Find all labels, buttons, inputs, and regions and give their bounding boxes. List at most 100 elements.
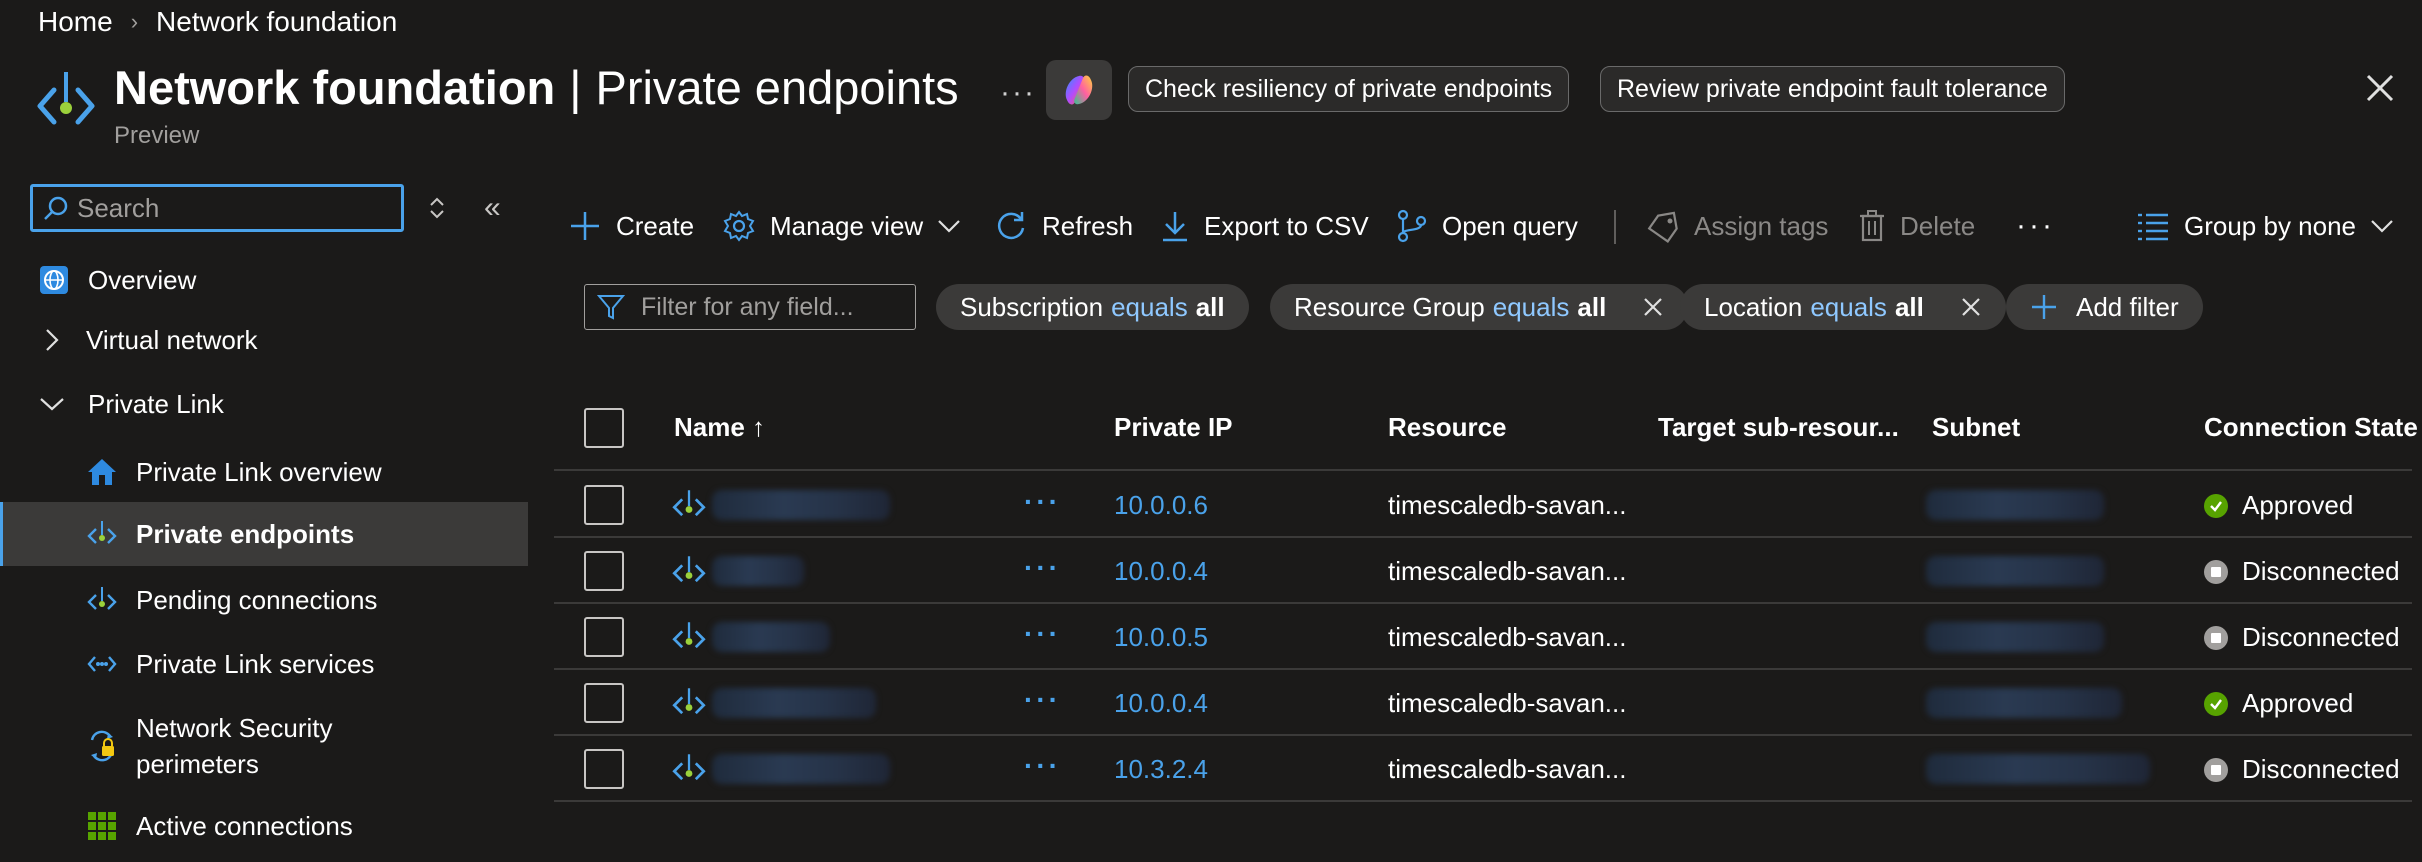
tag-icon (1647, 211, 1678, 243)
header-more-button[interactable]: ··· (1000, 76, 1036, 110)
redacted-subnet (1926, 688, 2122, 718)
filter-chip-subscription[interactable]: Subscription equals all (936, 284, 1249, 330)
copilot-icon (1065, 75, 1093, 105)
title-separator: | (569, 61, 582, 114)
chevron-down-icon (2371, 220, 2393, 233)
filter-chip-value: all (1894, 291, 1924, 322)
connection-state-label: Approved (2242, 688, 2354, 718)
connection-state-label: Disconnected (2242, 556, 2400, 586)
toolbar-more-button[interactable]: ··· (2016, 202, 2055, 250)
sidebar-item-overview[interactable]: Overview (0, 258, 528, 302)
copilot-button[interactable] (1046, 60, 1112, 120)
private-ip-link[interactable]: 10.0.0.4 (1114, 556, 1208, 587)
filter-icon (597, 295, 625, 320)
connection-state: Disconnected (2204, 754, 2400, 785)
disconnected-status-icon (2204, 757, 2228, 782)
collapse-sidebar-icon[interactable]: « (484, 193, 512, 223)
sidebar-item-private-link-overview[interactable]: Private Link overview (0, 450, 528, 494)
export-csv-button[interactable]: Export to CSV (1160, 202, 1369, 250)
sidebar-search-input[interactable] (77, 192, 377, 224)
assign-tags-button[interactable]: Assign tags (1646, 202, 1828, 250)
column-header-connection-state[interactable]: Connection State (2204, 412, 2418, 443)
row-divider (554, 536, 2412, 538)
manage-view-button[interactable]: Manage view (722, 202, 961, 250)
refresh-icon (997, 212, 1025, 240)
redacted-subnet (1926, 754, 2150, 784)
sidebar-item-private-endpoints[interactable]: Private endpoints (0, 502, 528, 566)
prompt-review-fault-tolerance-button[interactable]: Review private endpoint fault tolerance (1600, 66, 2065, 112)
chevron-right-icon: › (130, 9, 139, 34)
prompt-check-resiliency-button[interactable]: Check resiliency of private endpoints (1128, 66, 1570, 112)
connection-state: Approved (2204, 490, 2353, 521)
chevron-down-icon (38, 388, 66, 420)
row-divider (554, 800, 2412, 802)
sidebar-item-private-link-services[interactable]: Private Link services (0, 642, 528, 686)
column-header-resource[interactable]: Resource (1388, 412, 1507, 443)
connection-state-label: Approved (2242, 490, 2354, 520)
group-by-button[interactable]: Group by none (2136, 202, 2394, 250)
row-checkbox[interactable] (584, 683, 624, 723)
breadcrumb-current-link[interactable]: Network foundation (156, 6, 397, 38)
row-more-button[interactable]: ··· (1024, 618, 1061, 650)
row-checkbox[interactable] (584, 749, 624, 789)
filter-chip-value: all (1577, 291, 1607, 322)
chevron-right-icon (42, 324, 62, 356)
column-header-subnet[interactable]: Subnet (1932, 412, 2020, 443)
row-divider (554, 668, 2412, 670)
header-divider (554, 469, 2412, 471)
create-button[interactable]: Create (568, 202, 694, 250)
redacted-subnet (1926, 556, 2104, 586)
column-header-name[interactable]: Name ↑ (674, 412, 765, 443)
close-icon[interactable] (1642, 296, 1664, 318)
breadcrumb-home-link[interactable]: Home (38, 6, 113, 38)
row-more-button[interactable]: ··· (1024, 684, 1061, 716)
private-ip-link[interactable]: 10.0.0.5 (1114, 622, 1208, 653)
column-header-target-subresource[interactable]: Target sub-resour... (1658, 412, 1899, 443)
filter-chip-value: all (1195, 291, 1225, 322)
filter-field-box[interactable] (584, 284, 916, 330)
sidebar-item-label: Virtual network (86, 324, 258, 355)
sidebar-search-box[interactable] (30, 184, 404, 232)
resource-cell: timescaledb-savan... (1388, 490, 1627, 520)
sidebar-item-active-connections[interactable]: Active connections (0, 804, 528, 848)
row-divider (554, 734, 2412, 736)
private-ip-link[interactable]: 10.3.2.4 (1114, 754, 1208, 785)
add-filter-button[interactable]: Add filter (2006, 284, 2203, 330)
close-icon[interactable] (2362, 70, 2398, 106)
filter-input[interactable] (641, 292, 901, 322)
approved-status-icon (2204, 691, 2228, 716)
row-checkbox[interactable] (584, 485, 624, 525)
filter-chip-resource-group[interactable]: Resource Group equals all (1270, 284, 1689, 330)
sidebar-item-pending-connections[interactable]: Pending connections (0, 578, 528, 622)
refresh-button[interactable]: Refresh (994, 202, 1133, 250)
row-checkbox[interactable] (584, 551, 624, 591)
delete-button[interactable]: Delete (1858, 202, 1975, 250)
open-query-button[interactable]: Open query (1396, 202, 1578, 250)
sidebar-item-private-link[interactable]: Private Link (0, 382, 528, 426)
filter-chip-location[interactable]: Location equals all (1680, 284, 2006, 330)
private-endpoint-icon (672, 556, 706, 583)
page-title: Network foundation | Private endpoints (114, 60, 959, 115)
private-endpoint-icon (672, 490, 706, 517)
column-header-private-ip[interactable]: Private IP (1114, 412, 1233, 443)
sidebar-item-virtual-network[interactable]: Virtual network (0, 318, 528, 362)
query-icon (1397, 209, 1427, 243)
row-checkbox[interactable] (584, 617, 624, 657)
disconnected-status-icon (2204, 559, 2228, 584)
redacted-name (712, 556, 804, 586)
close-icon[interactable] (1960, 296, 1982, 318)
row-more-button[interactable]: ··· (1024, 750, 1061, 782)
select-all-checkbox[interactable] (584, 408, 624, 448)
sidebar-item-network-security-perimeters[interactable]: Network Security perimeters (0, 706, 528, 786)
page-subtitle: Preview (114, 122, 200, 149)
private-ip-link[interactable]: 10.0.0.6 (1114, 490, 1208, 521)
sidebar-item-label: Private endpoints (136, 518, 355, 549)
sort-toggle-icon[interactable] (426, 194, 448, 222)
sidebar-item-label: Pending connections (136, 584, 378, 615)
row-more-button[interactable]: ··· (1024, 486, 1061, 518)
connection-state: Approved (2204, 688, 2353, 719)
private-endpoint-icon (672, 688, 706, 715)
approved-status-icon (2204, 493, 2228, 518)
row-more-button[interactable]: ··· (1024, 552, 1061, 584)
private-ip-link[interactable]: 10.0.0.4 (1114, 688, 1208, 719)
